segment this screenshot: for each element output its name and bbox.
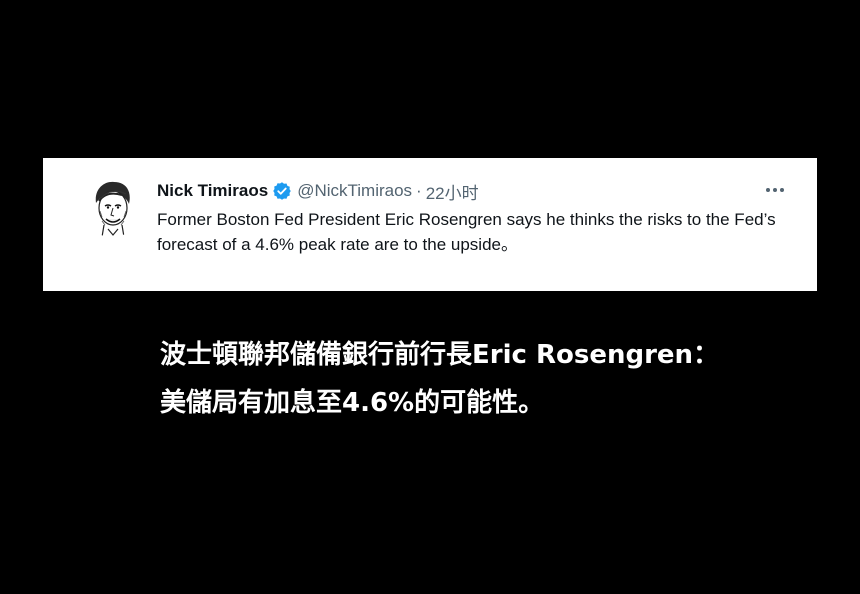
timestamp[interactable]: 22小时 [426,179,479,204]
avatar[interactable] [82,177,142,237]
tweet-text: Former Boston Fed President Eric Rosengr… [157,210,776,254]
tweet-header: Nick Timiraos @NickTimiraos · 22小时 [157,179,479,204]
verified-badge-icon [272,181,292,201]
caption: 波士頓聯邦儲備銀行前行長Eric Rosengren： 美儲局有加息至4.6%的… [160,331,800,427]
tweet-card[interactable]: Nick Timiraos @NickTimiraos · 22小时 Forme… [43,158,817,291]
author-handle[interactable]: @NickTimiraos [297,181,412,201]
avatar-sketch-icon [82,177,142,237]
caption-line-2: 美儲局有加息至4.6%的可能性。 [160,388,545,418]
caption-line-1: 波士頓聯邦儲備銀行前行長Eric Rosengren： [160,340,720,370]
more-options-icon[interactable] [763,180,787,200]
separator-dot: · [416,181,422,200]
screen: Nick Timiraos @NickTimiraos · 22小时 Forme… [0,0,860,594]
author-name[interactable]: Nick Timiraos [157,181,268,201]
